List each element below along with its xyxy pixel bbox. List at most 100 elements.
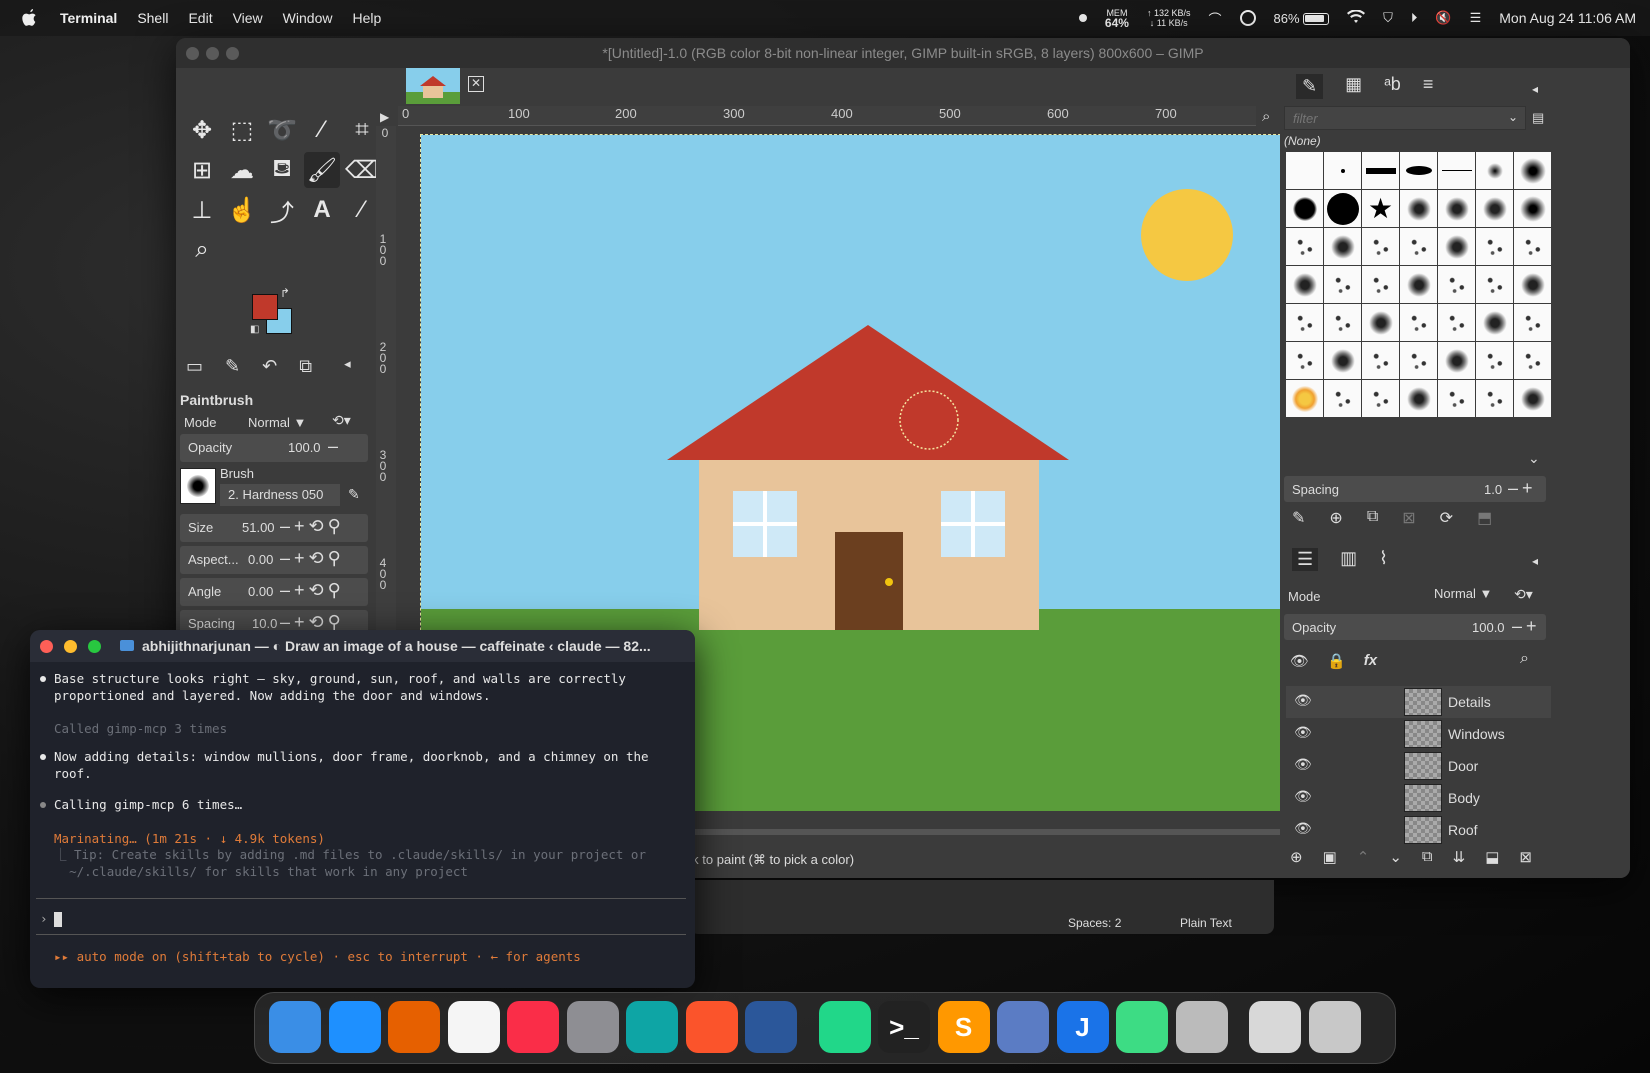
shield-icon[interactable]: ⛉ — [1383, 10, 1393, 26]
brush-cell[interactable] — [1514, 190, 1551, 227]
brush-cell[interactable] — [1362, 266, 1399, 303]
open-brush-icon[interactable]: ⬒ — [1477, 508, 1492, 528]
layer-row[interactable]: 👁 Details — [1286, 686, 1551, 718]
visibility-eye-icon[interactable]: 👁 — [1294, 820, 1312, 837]
crop-tool-icon[interactable]: ⌗ — [344, 112, 380, 148]
new-layer-group-icon[interactable]: ▣ — [1323, 848, 1337, 866]
layer-row[interactable]: 👁 Door — [1286, 750, 1551, 782]
layer-mode-reset-icon[interactable]: ⟲▾ — [1514, 586, 1533, 603]
brush-cell[interactable] — [1476, 342, 1513, 379]
paths-tool-icon[interactable]: ⤴ — [264, 192, 300, 228]
brush-cell[interactable] — [1286, 304, 1323, 341]
brushes-panel-menu-icon[interactable]: ◂ — [1532, 82, 1538, 96]
layers-panel-menu-icon[interactable]: ◂ — [1532, 554, 1538, 568]
tool-options-tab-icon[interactable]: ▭ — [186, 356, 203, 377]
brush-cell[interactable] — [1362, 304, 1399, 341]
fx-icon[interactable]: fx — [1364, 652, 1377, 670]
brush-cell[interactable] — [1286, 342, 1323, 379]
brush-cell[interactable] — [1476, 380, 1513, 417]
layer-mask-icon[interactable]: ⬓ — [1485, 848, 1499, 866]
zoom-canvas-icon[interactable]: ⌕ — [1262, 108, 1270, 125]
gimp-close-button[interactable] — [186, 47, 199, 60]
pycharm-icon[interactable] — [818, 1001, 871, 1053]
brushes-tab-icon[interactable]: ✎ — [1296, 74, 1324, 99]
opacity-slider[interactable]: Opacity 100.0 – — [180, 434, 368, 462]
foreground-color-swatch[interactable] — [252, 294, 278, 320]
terminal-window[interactable]: abhijithnarjunan — ◐ Draw an image of a … — [30, 630, 695, 988]
clock[interactable]: Mon Aug 24 11:06 AM — [1499, 10, 1636, 26]
layer-opacity-slider[interactable]: Opacity 100.0 –+ — [1284, 614, 1546, 640]
db-icon[interactable] — [997, 1001, 1049, 1053]
refresh-brushes-icon[interactable]: ⟳ — [1440, 508, 1453, 528]
merge-layer-icon[interactable]: ⇊ — [1453, 848, 1466, 866]
brush-grid[interactable]: ★ — [1286, 152, 1551, 422]
device-status-tab-icon[interactable]: ✎ — [225, 356, 240, 377]
photos-icon[interactable] — [447, 1001, 500, 1053]
firefox-icon[interactable] — [388, 1001, 440, 1053]
visibility-eye-icon[interactable]: 👁 — [1294, 788, 1312, 805]
size-slider[interactable]: Size 51.00 –+⟲⚲ — [180, 514, 368, 542]
duplicate-brush-icon[interactable]: ⧉ — [1367, 508, 1378, 528]
opacity-minus-button[interactable]: – — [328, 436, 342, 457]
angle-slider[interactable]: Angle 0.00 –+⟲⚲ — [180, 578, 368, 606]
terminal-minimize-button[interactable] — [64, 640, 77, 653]
filter-dropdown-icon[interactable]: ⌄ — [1508, 110, 1518, 124]
brush-cell[interactable] — [1286, 228, 1323, 265]
brush-cell[interactable] — [1324, 228, 1361, 265]
brush-cell[interactable] — [1400, 304, 1437, 341]
fuzzy-select-tool-icon[interactable]: ⁄ — [304, 112, 340, 148]
sublime-icon[interactable]: S — [937, 1001, 990, 1053]
menu-shell[interactable]: Shell — [137, 10, 168, 26]
transform-tool-icon[interactable]: ⊞ — [184, 152, 220, 188]
brush-cell[interactable] — [1514, 342, 1551, 379]
menu-window[interactable]: Window — [283, 10, 333, 26]
layer-opacity-buttons[interactable]: –+ — [1512, 616, 1541, 637]
brush-cell[interactable] — [1362, 342, 1399, 379]
paintbrush-tool-icon[interactable]: 🖌 — [304, 152, 340, 188]
angle-adjust-buttons[interactable]: –+⟲⚲ — [280, 580, 345, 601]
terminal-icon[interactable]: >_ — [878, 1001, 930, 1053]
horizontal-scrollbar[interactable] — [636, 829, 1296, 835]
visibility-eye-icon[interactable]: 👁 — [1294, 692, 1312, 709]
toggle-icon[interactable] — [1239, 10, 1256, 26]
raise-layer-icon[interactable]: ⌃ — [1357, 848, 1370, 866]
eraser-tool-icon[interactable]: ⌫ — [344, 152, 380, 188]
lasso-tool-icon[interactable]: ➰ — [264, 112, 300, 148]
brush-preview[interactable] — [180, 468, 216, 504]
brush-cell[interactable] — [1324, 304, 1361, 341]
brush-filter-input[interactable] — [1284, 106, 1526, 130]
brush-cell[interactable] — [1286, 152, 1323, 189]
terminal-close-button[interactable] — [40, 640, 53, 653]
brush-cell[interactable] — [1476, 266, 1513, 303]
brush-cell[interactable] — [1400, 342, 1437, 379]
layer-row[interactable]: 👁 Windows — [1286, 718, 1551, 750]
clone-tool-icon[interactable]: ⊥ — [184, 192, 220, 228]
image-tab[interactable] — [406, 68, 460, 104]
word-icon[interactable] — [745, 1001, 797, 1053]
gimp-minimize-button[interactable] — [206, 47, 219, 60]
brush-cell[interactable] — [1438, 380, 1475, 417]
android-studio-icon[interactable] — [1116, 1001, 1168, 1053]
terminal-cursor[interactable] — [54, 912, 62, 927]
brush-cell[interactable] — [1514, 152, 1551, 189]
gimp-icon[interactable] — [1175, 1001, 1228, 1053]
visibility-eye-icon[interactable]: 👁 — [1294, 756, 1312, 773]
brush-cell[interactable] — [1400, 228, 1437, 265]
brush-cell[interactable]: ★ — [1362, 190, 1399, 227]
edge-icon[interactable] — [626, 1001, 678, 1053]
default-colors-icon[interactable]: ◧ — [250, 324, 259, 335]
color-picker-tool-icon[interactable]: ⁄ — [344, 192, 380, 228]
paths-tab-icon[interactable]: ⌇ — [1379, 548, 1388, 571]
brush-cell[interactable] — [1400, 266, 1437, 303]
channels-tab-icon[interactable]: ▥ — [1340, 548, 1357, 571]
brush-cell[interactable] — [1324, 380, 1361, 417]
wifi-icon[interactable] — [1347, 8, 1366, 27]
brush-cell[interactable] — [1324, 342, 1361, 379]
fonts-tab-icon[interactable]: ᵃb — [1384, 74, 1401, 99]
undo-history-tab-icon[interactable]: ↶ — [262, 356, 277, 377]
images-tab-icon[interactable]: ⧉ — [299, 356, 312, 377]
menu-help[interactable]: Help — [352, 10, 381, 26]
brush-cell[interactable] — [1286, 266, 1323, 303]
bucket-fill-tool-icon[interactable]: ⛾ — [264, 152, 300, 188]
terminal-zoom-button[interactable] — [88, 640, 101, 653]
